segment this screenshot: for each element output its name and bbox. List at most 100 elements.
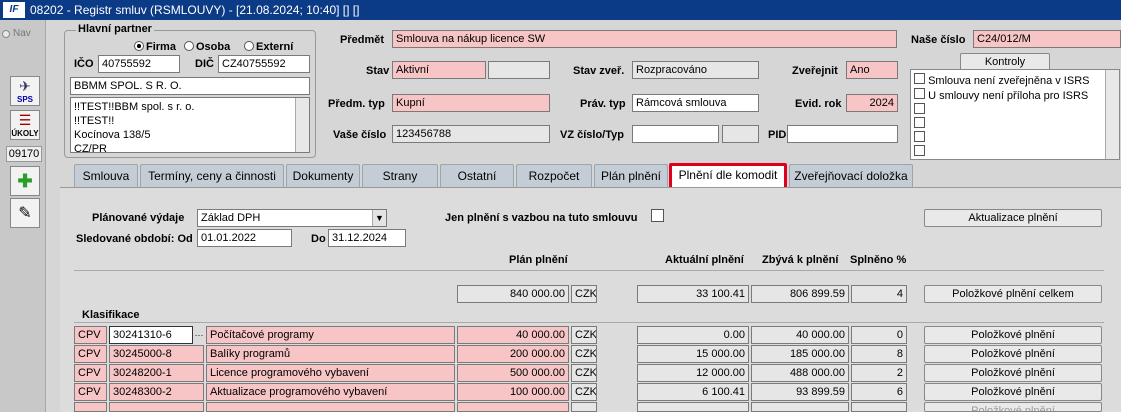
partner-address-field[interactable]: !!TEST!!BBM spol. s r. o. !!TEST!! Kocín…: [70, 97, 310, 153]
evid-rok-field[interactable]: 2024: [846, 94, 898, 112]
checkbox-icon: [914, 145, 925, 156]
vase-cislo-field[interactable]: 123456788: [392, 125, 550, 143]
nav-toggle[interactable]: Nav: [2, 28, 31, 39]
do-field[interactable]: 31.12.2024: [328, 229, 406, 247]
add-document-button[interactable]: ✚: [10, 166, 40, 196]
row-aktualni: 6 100.41: [637, 383, 749, 401]
row-name[interactable]: Licence programového vybavení: [206, 364, 455, 382]
pid-field[interactable]: [787, 125, 898, 143]
app-logo: IF: [3, 2, 25, 18]
pid-label: PID: [768, 129, 787, 141]
dic-label: DIČ: [195, 58, 214, 70]
tab-strany[interactable]: Strany: [362, 164, 438, 188]
row-type[interactable]: CPV: [74, 326, 107, 344]
address-line: Kocínova 138/5: [74, 129, 151, 141]
vz-label: VZ číslo/Typ: [560, 129, 624, 141]
row-code[interactable]: 30241310-6: [109, 326, 193, 344]
kontroly-item[interactable]: U smlouvy není příloha pro ISRS: [914, 88, 1088, 102]
row-plan[interactable]: [457, 402, 569, 412]
chevron-down-icon[interactable]: ▼: [372, 210, 386, 226]
kontroly-empty-checkbox[interactable]: [914, 131, 925, 145]
sps-label: SPS: [16, 95, 33, 104]
radio-osoba[interactable]: Osoba: [184, 41, 230, 53]
row-plan[interactable]: 500 000.00: [457, 364, 569, 382]
polozkove-button[interactable]: Položkové plnění: [924, 326, 1102, 344]
polozkove-button[interactable]: Položkové plnění: [924, 402, 1102, 412]
row-aktualni: [637, 402, 749, 412]
polozkove-button[interactable]: Položkové plnění: [924, 345, 1102, 363]
polozkove-celkem-button[interactable]: Položkové plnění celkem: [924, 285, 1102, 303]
tab-rozpocet[interactable]: Rozpočet: [516, 164, 592, 188]
row-name[interactable]: Aktualizace programového vybavení: [206, 383, 455, 401]
row-type[interactable]: [74, 402, 107, 412]
kontroly-empty-checkbox[interactable]: [914, 145, 925, 159]
planovane-label: Plánované výdaje: [92, 212, 185, 224]
row-type[interactable]: CPV: [74, 345, 107, 363]
stav-zver-field[interactable]: Rozpracováno: [632, 61, 759, 79]
row-plan[interactable]: 100 000.00: [457, 383, 569, 401]
partner-name-field[interactable]: BBMM SPOL. S R. O.: [70, 77, 310, 95]
vz-typ-field[interactable]: [722, 125, 759, 143]
row-plan[interactable]: 40 000.00: [457, 326, 569, 344]
kontroly-item-label: U smlouvy není příloha pro ISRS: [928, 90, 1089, 102]
row-name[interactable]: Balíky programů: [206, 345, 455, 363]
kontroly-item[interactable]: Smlouva není zveřejněna v ISRS: [914, 73, 1089, 87]
jen-plneni-checkbox[interactable]: [651, 209, 664, 225]
zverejnit-field[interactable]: Ano: [846, 61, 898, 79]
row-name[interactable]: [206, 402, 455, 412]
row-splneno: [851, 402, 907, 412]
tab-plneni-dle-komodit[interactable]: Plnění dle komodit: [669, 163, 787, 190]
vz-cislo-field[interactable]: [632, 125, 719, 143]
tab-terminy[interactable]: Termíny, ceny a činnosti: [140, 164, 284, 188]
row-zbyva: 40 000.00: [751, 326, 849, 344]
tab-dokumenty[interactable]: Dokumenty: [286, 164, 360, 188]
row-code[interactable]: 30248300-2: [109, 383, 204, 401]
radio-firma[interactable]: Firma: [134, 41, 176, 53]
ellipsis-icon[interactable]: ···: [193, 326, 205, 344]
radio-externi[interactable]: Externí: [244, 41, 293, 53]
row-name[interactable]: Počítačové programy: [206, 326, 455, 344]
dic-field[interactable]: CZ40755592: [218, 55, 310, 73]
stav-field[interactable]: Aktivní: [392, 61, 486, 79]
edit-button[interactable]: ✎: [10, 198, 40, 228]
aktualizace-button[interactable]: Aktualizace plnění: [924, 209, 1102, 227]
kontroly-scrollbar[interactable]: [1105, 70, 1119, 159]
kontroly-empty-checkbox[interactable]: [914, 117, 925, 131]
total-splneno-field: 4: [851, 285, 907, 303]
row-currency: CZK: [571, 345, 597, 363]
row-type[interactable]: CPV: [74, 364, 107, 382]
record-counter: 09170: [6, 146, 42, 162]
tab-smlouva[interactable]: Smlouva: [74, 164, 138, 188]
polozkove-button[interactable]: Položkové plnění: [924, 364, 1102, 382]
polozkove-button[interactable]: Položkové plnění: [924, 383, 1102, 401]
radio-firma-label: Firma: [146, 41, 176, 53]
sps-button[interactable]: ✈ SPS: [10, 76, 40, 106]
do-label: Do: [311, 233, 326, 245]
checkbox-icon: [651, 209, 664, 222]
total-zbyva-field: 806 899.59: [751, 285, 849, 303]
tab-plan-plneni[interactable]: Plán plnění: [594, 164, 668, 188]
row-code[interactable]: [109, 402, 204, 412]
divider: [74, 270, 1104, 271]
address-scrollbar[interactable]: [295, 98, 309, 152]
radio-firma-icon: [134, 41, 144, 51]
total-plan-field: 840 000.00: [457, 285, 569, 303]
tab-zverejnovaci-dolozka[interactable]: Zveřejňovací doložka: [789, 164, 913, 188]
row-code[interactable]: 30248200-1: [109, 364, 204, 382]
ico-field[interactable]: 40755592: [98, 55, 180, 73]
ukoly-button[interactable]: ☰ ÚKOLY: [10, 110, 40, 140]
row-plan[interactable]: 200 000.00: [457, 345, 569, 363]
nase-cislo-field[interactable]: C24/012/M: [973, 30, 1121, 48]
predmet-field[interactable]: Smlouva na nákup licence SW: [392, 30, 897, 48]
row-currency: CZK: [571, 383, 597, 401]
zverejnit-label: Zveřejnit: [792, 65, 838, 77]
planovane-select[interactable]: Základ DPH ▼: [197, 209, 387, 227]
row-code[interactable]: 30245000-8: [109, 345, 204, 363]
predm-typ-field[interactable]: Kupní: [392, 94, 550, 112]
od-field[interactable]: 01.01.2022: [197, 229, 292, 247]
stav-extra-field[interactable]: [488, 61, 550, 79]
tab-ostatni[interactable]: Ostatní: [440, 164, 514, 188]
prav-typ-field[interactable]: Rámcová smlouva: [632, 94, 759, 112]
row-type[interactable]: CPV: [74, 383, 107, 401]
kontroly-empty-checkbox[interactable]: [914, 103, 925, 117]
